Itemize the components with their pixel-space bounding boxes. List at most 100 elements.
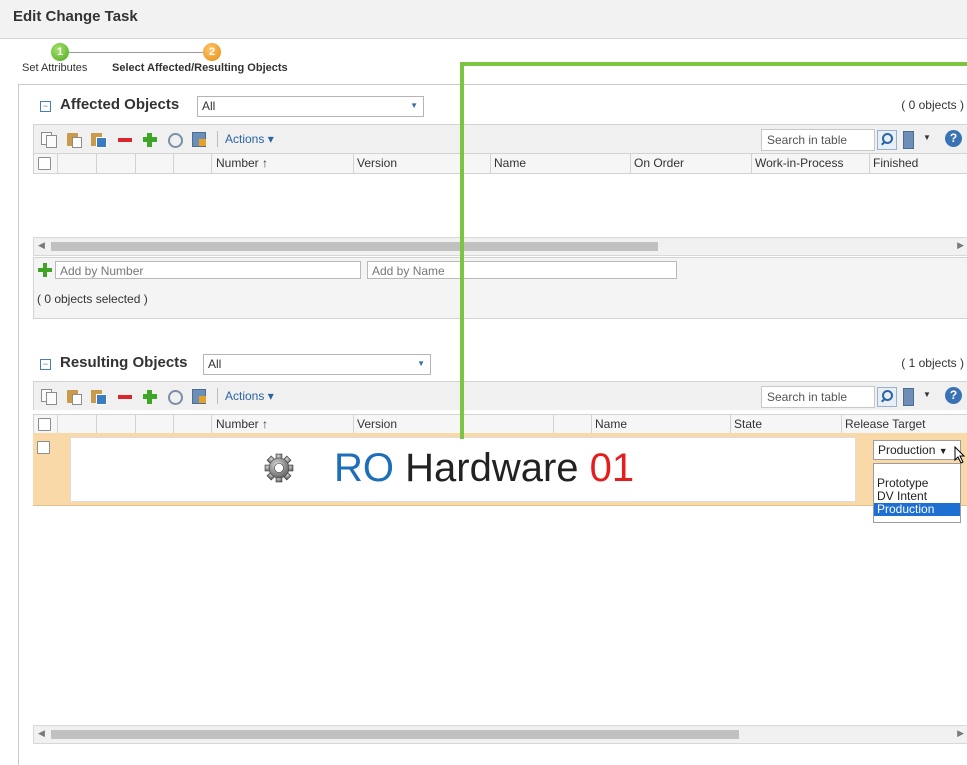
select-all-cell bbox=[34, 415, 58, 434]
column-version[interactable]: Version bbox=[354, 415, 554, 434]
release-target-select[interactable]: Production ▼ bbox=[873, 440, 961, 460]
select-all-checkbox[interactable] bbox=[38, 418, 51, 431]
collapse-resulting-icon[interactable]: − bbox=[40, 359, 51, 370]
copy-icon[interactable] bbox=[41, 389, 57, 405]
annotation-line-horizontal bbox=[460, 62, 967, 66]
column-state[interactable]: State bbox=[731, 415, 842, 434]
resulting-objects-count: ( 1 objects ) bbox=[901, 356, 964, 370]
affected-toolbar: Actions ▾ Search in table ▼ ? bbox=[33, 124, 967, 153]
column-number[interactable]: Number ↑ bbox=[212, 415, 354, 434]
scroll-right-icon[interactable]: ▶ bbox=[957, 240, 964, 251]
affected-table-header: Number ↑ Version Name On Order Work-in-P… bbox=[33, 153, 967, 174]
scroll-left-icon[interactable]: ◀ bbox=[38, 728, 45, 739]
icon-column bbox=[58, 415, 97, 434]
add-icon[interactable] bbox=[38, 263, 52, 277]
wizard-step-1-icon[interactable]: 1 bbox=[51, 43, 69, 61]
wizard-step-2-icon[interactable]: 2 bbox=[203, 43, 221, 61]
help-icon[interactable]: ? bbox=[945, 387, 962, 404]
title-middle: Hardware bbox=[394, 446, 590, 490]
scroll-right-icon[interactable]: ▶ bbox=[957, 728, 964, 739]
help-icon[interactable]: ? bbox=[945, 130, 962, 147]
paste-select-icon[interactable] bbox=[91, 132, 107, 148]
scroll-left-icon[interactable]: ◀ bbox=[38, 240, 45, 251]
collapse-affected-icon[interactable]: − bbox=[40, 101, 51, 112]
chevron-down-icon[interactable]: ▼ bbox=[923, 390, 931, 399]
affected-search-input[interactable]: Search in table bbox=[761, 129, 875, 151]
column-release-target[interactable]: Release Target bbox=[842, 415, 967, 434]
reserve-icon[interactable] bbox=[167, 389, 183, 405]
resulting-view-select[interactable]: All ▼ bbox=[203, 354, 431, 375]
dialog-titlebar: Edit Change Task bbox=[0, 0, 967, 39]
resulting-search-input[interactable]: Search in table bbox=[761, 386, 875, 408]
wizard-step-1-label[interactable]: Set Attributes bbox=[22, 62, 87, 74]
column-name[interactable]: Name bbox=[491, 154, 631, 173]
wizard-step-2-label[interactable]: Select Affected/Resulting Objects bbox=[112, 62, 288, 74]
search-placeholder: Search in table bbox=[767, 390, 848, 404]
search-placeholder: Search in table bbox=[767, 133, 848, 147]
column-on-order[interactable]: On Order bbox=[631, 154, 752, 173]
paste-select-icon[interactable] bbox=[91, 389, 107, 405]
remove-icon[interactable] bbox=[117, 132, 132, 147]
affected-objects-title: Affected Objects bbox=[60, 96, 180, 113]
icon-column bbox=[97, 415, 136, 434]
column-finished[interactable]: Finished bbox=[870, 154, 967, 173]
column-version[interactable]: Version bbox=[354, 154, 491, 173]
actions-menu[interactable]: Actions ▾ bbox=[225, 389, 274, 403]
toolbar-separator bbox=[217, 388, 218, 404]
remove-icon[interactable] bbox=[117, 389, 132, 404]
collect-objects-icon[interactable] bbox=[192, 132, 207, 147]
title-prefix: RO bbox=[334, 446, 394, 490]
wizard-progress-line bbox=[64, 52, 212, 53]
resulting-objects-title: Resulting Objects bbox=[60, 354, 188, 371]
column-work-in-process[interactable]: Work-in-Process bbox=[752, 154, 870, 173]
affected-objects-header: − Affected Objects All ▼ ( 0 objects ) bbox=[36, 95, 967, 119]
affected-table-body bbox=[33, 174, 967, 237]
icon-column bbox=[58, 154, 97, 173]
collect-objects-icon[interactable] bbox=[192, 389, 207, 404]
search-icon[interactable] bbox=[877, 130, 897, 150]
paste-icon[interactable] bbox=[66, 132, 82, 148]
chevron-down-icon: ▼ bbox=[417, 359, 425, 368]
copy-icon[interactable] bbox=[41, 132, 57, 148]
column-name[interactable]: Name bbox=[592, 415, 731, 434]
icon-column bbox=[554, 415, 592, 434]
chevron-down-icon: ▼ bbox=[938, 446, 948, 456]
column-number[interactable]: Number ↑ bbox=[212, 154, 354, 173]
add-by-number-input[interactable]: Add by Number bbox=[55, 261, 361, 279]
add-objects-bar: Add by Number Add by Name ( 0 objects se… bbox=[33, 257, 967, 319]
mouse-cursor-icon bbox=[954, 446, 966, 464]
search-icon[interactable] bbox=[877, 387, 897, 407]
resulting-view-value: All bbox=[208, 357, 222, 371]
affected-view-value: All bbox=[202, 99, 216, 113]
toolbar-separator bbox=[217, 131, 218, 147]
icon-column bbox=[174, 415, 212, 434]
resulting-object-title: RO Hardware 01 bbox=[334, 446, 634, 491]
select-all-cell bbox=[34, 154, 58, 173]
select-all-checkbox[interactable] bbox=[38, 157, 51, 170]
scrollbar-thumb[interactable] bbox=[51, 730, 739, 739]
actions-menu[interactable]: Actions ▾ bbox=[225, 132, 274, 146]
add-by-name-input[interactable]: Add by Name bbox=[367, 261, 677, 279]
column-settings-icon[interactable] bbox=[903, 388, 914, 406]
selected-count: ( 0 objects selected ) bbox=[37, 292, 148, 306]
affected-horizontal-scrollbar[interactable]: ◀ ▶ bbox=[33, 237, 967, 256]
chevron-down-icon: ▼ bbox=[410, 101, 418, 110]
scrollbar-thumb[interactable] bbox=[51, 242, 658, 251]
column-settings-icon[interactable] bbox=[903, 131, 914, 149]
sort-asc-icon: ↑ bbox=[262, 156, 269, 170]
add-icon[interactable] bbox=[142, 132, 157, 147]
icon-column bbox=[136, 415, 174, 434]
reserve-icon[interactable] bbox=[167, 132, 183, 148]
sort-asc-icon: ↑ bbox=[262, 417, 269, 431]
option-production[interactable]: Production bbox=[874, 503, 960, 516]
resulting-toolbar: Actions ▾ Search in table ▼ ? bbox=[33, 381, 967, 410]
chevron-down-icon[interactable]: ▼ bbox=[923, 133, 931, 142]
affected-view-select[interactable]: All ▼ bbox=[197, 96, 424, 117]
affected-objects-count: ( 0 objects ) bbox=[901, 98, 964, 112]
resulting-objects-header: − Resulting Objects All ▼ ( 1 objects ) bbox=[36, 353, 967, 377]
icon-column bbox=[136, 154, 174, 173]
paste-icon[interactable] bbox=[66, 389, 82, 405]
resulting-horizontal-scrollbar[interactable]: ◀ ▶ bbox=[33, 725, 967, 744]
row-checkbox[interactable] bbox=[37, 441, 50, 454]
add-icon[interactable] bbox=[142, 389, 157, 404]
